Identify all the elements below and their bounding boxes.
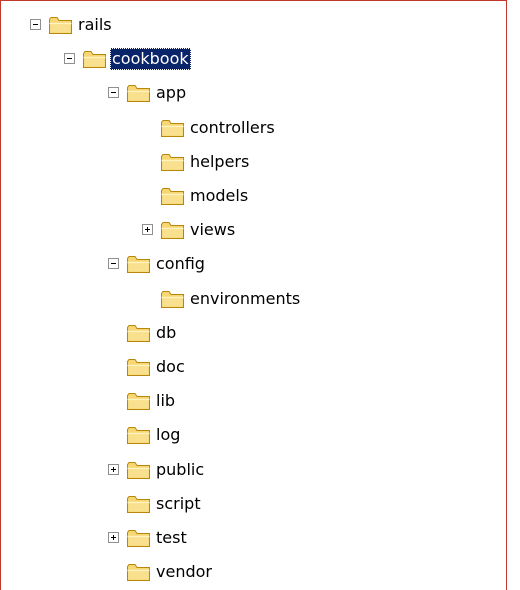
tree-node-label[interactable]: cookbook [110,48,191,71]
folder-icon [126,254,152,274]
tree-node-label[interactable]: rails [76,14,114,36]
tree-node-label[interactable]: script [154,493,203,515]
tree-node-label[interactable]: lib [154,390,177,412]
folder-icon [160,152,186,172]
folder-icon [48,15,74,35]
collapse-minus-icon[interactable] [64,53,75,65]
tree-node-app[interactable]: app [1,77,506,109]
tree-node-label[interactable]: config [154,253,207,275]
folder-tree: rails cookbook app controllers helpers m… [1,1,506,590]
explorer-tree-pane: rails cookbook app controllers helpers m… [0,0,507,590]
folder-icon [160,186,186,206]
tree-node-label[interactable]: views [188,219,237,241]
folder-icon [126,391,152,411]
tree-node-public[interactable]: public [1,454,506,486]
folder-icon [126,323,152,343]
folder-icon [126,357,152,377]
tree-node-label[interactable]: test [154,527,189,549]
tree-node-rails[interactable]: rails [1,9,506,41]
folder-icon [126,494,152,514]
folder-icon [126,528,152,548]
tree-node-config[interactable]: config [1,248,506,280]
collapse-minus-icon[interactable] [108,87,119,99]
collapse-minus-icon[interactable] [108,258,119,270]
expand-plus-icon[interactable] [142,224,153,236]
folder-icon [126,562,152,582]
tree-node-label[interactable]: db [154,322,178,344]
tree-node-cookbook[interactable]: cookbook [1,43,506,75]
folder-icon [126,83,152,103]
tree-node-label[interactable]: controllers [188,117,277,139]
tree-node-label[interactable]: doc [154,356,187,378]
tree-node-doc[interactable]: doc [1,351,506,383]
tree-node-label[interactable]: app [154,82,188,104]
tree-node-models[interactable]: models [1,180,506,212]
folder-icon [160,289,186,309]
tree-node-db[interactable]: db [1,317,506,349]
tree-node-test[interactable]: test [1,522,506,554]
folder-icon [160,118,186,138]
expand-plus-icon[interactable] [108,532,119,543]
tree-node-lib[interactable]: lib [1,385,506,417]
tree-node-label[interactable]: vendor [154,561,214,583]
folder-icon [160,220,186,240]
folder-icon [82,49,108,69]
tree-node-label[interactable]: log [154,424,182,446]
tree-node-label[interactable]: helpers [188,151,251,173]
tree-node-helpers[interactable]: helpers [1,146,506,178]
tree-node-script[interactable]: script [1,488,506,520]
tree-node-environments[interactable]: environments [1,283,506,315]
tree-node-views[interactable]: views [1,214,506,246]
expand-plus-icon[interactable] [108,463,119,475]
tree-node-label[interactable]: public [154,459,206,481]
tree-node-label[interactable]: environments [188,288,302,310]
folder-icon [126,425,152,445]
collapse-minus-icon[interactable] [30,19,41,30]
tree-node-controllers[interactable]: controllers [1,112,506,144]
tree-node-log[interactable]: log [1,419,506,451]
tree-node-vendor[interactable]: vendor [1,556,506,588]
tree-node-label[interactable]: models [188,185,250,207]
folder-icon [126,460,152,480]
